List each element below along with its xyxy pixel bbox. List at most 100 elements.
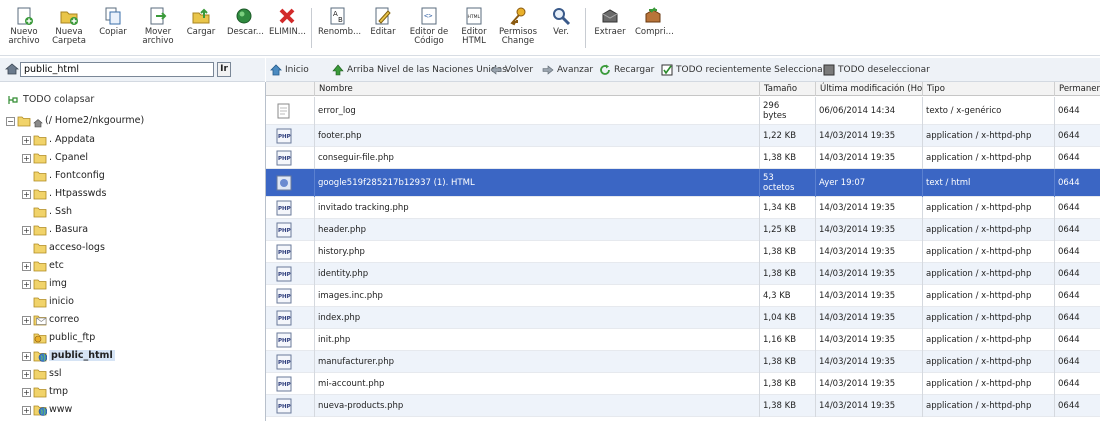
toolbar-button-label: Ver. [553,27,569,37]
html-file-icon [276,175,292,191]
tree-folder-label: correo [49,314,80,325]
toolbar-button-new-folder[interactable]: Nueva Carpeta [52,6,86,54]
table-row[interactable]: PHP init.php 1,16 KB 14/03/2014 19:35 applic… [266,329,1100,351]
table-row[interactable]: PHP images.inc.php 4,3 KB 14/03/2014 19:35 a… [266,285,1100,307]
expand-toggle[interactable]: + [22,315,31,325]
tree-folder-htpasswds[interactable]: + . Htpasswds [22,186,106,202]
action-label: TODO recientemente Seleccionar [676,65,827,75]
action-up-level[interactable]: Arriba Nivel de las Naciones Unidas [332,63,507,77]
toolbar-button-html-editor[interactable]: HTML Editor HTML [458,6,490,54]
expand-toggle[interactable]: + [22,387,31,397]
tree-folder-inicio[interactable]: inicio [22,294,74,310]
svg-text:PHP: PHP [278,206,291,212]
expand-toggle[interactable]: + [22,405,31,415]
table-row[interactable]: PHP mi-account.php 1,38 KB 14/03/2014 19:35… [266,373,1100,395]
column-separator [922,197,923,219]
edit-icon [375,7,391,25]
table-row[interactable]: PHP header.php 1,25 KB 14/03/2014 19:35 appl… [266,219,1100,241]
toolbar-button-upload[interactable]: Cargar [186,6,216,54]
table-row[interactable]: PHP history.php 1,38 KB 14/03/2014 19:35 app… [266,241,1100,263]
column-separator [815,329,816,351]
toolbar-button-new-file[interactable]: Nuevo archivo [8,6,40,54]
expand-toggle[interactable]: + [22,261,31,271]
toolbar-button-compress[interactable]: Compri... [635,6,674,54]
tree-folder-correo[interactable]: + correo [22,312,79,328]
toolbar-button-rename[interactable]: A B Renomb... [318,6,361,54]
tree-folder-img[interactable]: + img [22,276,67,292]
path-input[interactable] [20,62,214,77]
table-row[interactable]: PHP conseguir-file.php 1,38 KB 14/03/2014 1… [266,147,1100,169]
action-reload[interactable]: Recargar [599,63,654,77]
expand-toggle[interactable]: + [22,369,31,379]
tree-folder-label: etc [49,260,64,271]
column-separator [815,219,816,241]
toolbar-button-label: Editor de Código [409,27,449,46]
go-button[interactable]: Ir [217,62,231,77]
column-header-3[interactable]: Tipo [922,82,1054,96]
tree-root[interactable]: − (/ Home2/nkgourme) [6,113,144,129]
expand-toggle[interactable]: + [22,153,31,163]
tree-folder-ssh[interactable]: . Ssh [22,204,72,220]
svg-text:PHP: PHP [278,156,291,162]
column-header-2[interactable]: Última modificación (Hora [815,82,922,96]
action-forward[interactable]: Avanzar [542,63,593,77]
file-permissions: 0644 [1058,269,1080,279]
toolbar-button-view[interactable]: Ver. [549,6,573,54]
toolbar-button-edit[interactable]: Editar [369,6,397,54]
column-header-4[interactable]: Permaner [1054,82,1100,96]
file-icon-cell [266,169,314,197]
table-row[interactable]: error_log 296 bytes 06/06/2014 14:34 texto … [266,97,1100,125]
tree-folder-www[interactable]: + www [22,402,72,418]
folder-tree: TODO colapsar − (/ Home2/nkgourme) + . App… [0,82,265,421]
action-back[interactable]: Volver [490,63,533,77]
tree-folder-fontconfig[interactable]: . Fontconfig [22,168,105,184]
column-separator [759,263,760,285]
action-home[interactable]: Inicio [270,63,309,77]
tree-folder-etc[interactable]: + etc [22,258,64,274]
column-header-1[interactable]: Tamaño [759,82,815,96]
table-row[interactable]: PHP identity.php 1,38 KB 14/03/2014 19:35 ap… [266,263,1100,285]
column-separator [759,351,760,373]
column-header-0[interactable]: Nombre [314,82,759,96]
expand-toggle[interactable]: + [22,189,31,199]
table-row[interactable]: PHP footer.php 1,22 KB 14/03/2014 19:35 appl… [266,125,1100,147]
tree-folder-appdata[interactable]: + . Appdata [22,132,95,148]
action-deselect-all[interactable]: TODO deseleccionar [823,63,930,77]
tree-folder-cpanel[interactable]: + . Cpanel [22,150,88,166]
file-name: manufacturer.php [318,357,394,367]
expand-toggle[interactable]: + [22,225,31,235]
php-file-icon: PHP [276,332,292,348]
action-label: Volver [505,65,534,75]
file-type: application / x-httpd-php [926,247,1032,257]
tree-folder-ssl[interactable]: + ssl [22,366,62,382]
action-select-all[interactable]: TODO recientemente Seleccionar [661,63,826,77]
tree-folder-acceso-logs[interactable]: acceso-logs [22,240,105,256]
tree-folder-public-ftp[interactable]: public_ftp [22,330,95,346]
tree-folder-public-html[interactable]: + public_html [22,348,115,364]
toolbar-button-download[interactable]: Descar... [227,6,264,54]
toolbar-button-permissions[interactable]: Permisos Change [498,6,538,54]
table-row[interactable]: google519f285217b12937 (1). HTML 53 octet… [266,169,1100,197]
toolbar-button-move-file[interactable]: Mover archivo [142,6,174,54]
table-row[interactable]: PHP index.php 1,04 KB 14/03/2014 19:35 appli… [266,307,1100,329]
expand-toggle[interactable]: + [22,279,31,289]
tree-folder-basura[interactable]: + . Basura [22,222,88,238]
table-row[interactable]: PHP manufacturer.php 1,38 KB 14/03/2014 19:… [266,351,1100,373]
tree-folder-tmp[interactable]: + tmp [22,384,68,400]
toolbar-button-code-editor[interactable]: <> Editor de Código [409,6,449,54]
file-type: text / html [926,178,971,188]
toolbar-button-copy[interactable]: Copiar [98,6,128,54]
collapse-all-link[interactable]: TODO colapsar [8,94,94,105]
collapse-toggle[interactable]: − [6,116,15,126]
expand-toggle[interactable]: + [22,135,31,145]
table-row[interactable]: PHP invitado tracking.php 1,34 KB 14/03/201… [266,197,1100,219]
column-separator [759,241,760,263]
toolbar-button-delete[interactable]: ELIMIN... [269,6,306,54]
toolbar-button-extract[interactable]: Extraer [594,6,626,54]
php-file-icon: PHP [276,266,292,282]
copy-icon [105,7,121,25]
expand-toggle[interactable]: + [22,351,31,361]
home-icon[interactable] [5,63,19,75]
table-row[interactable]: PHP nueva-products.php 1,38 KB 14/03/2014 1… [266,395,1100,417]
file-icon-cell: PHP [266,373,314,395]
